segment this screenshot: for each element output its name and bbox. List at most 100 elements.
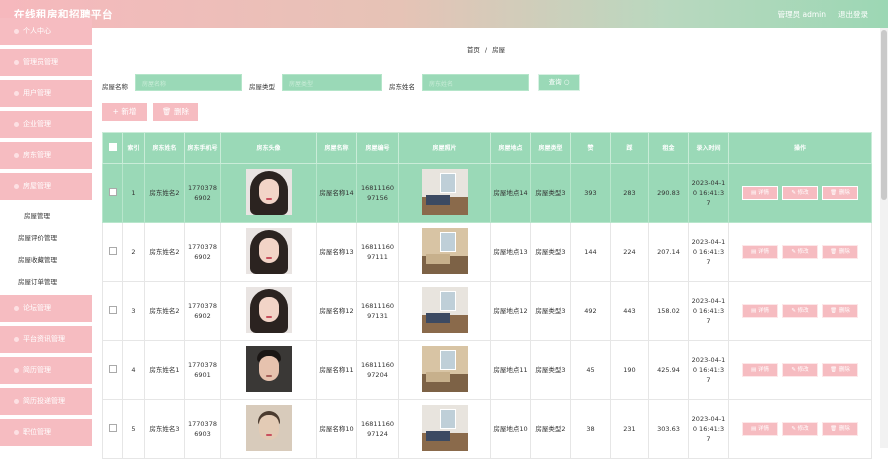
row-checkbox[interactable] [108,187,117,196]
table-header-row: 索引 房东姓名 房东手机号 房东头像 房屋名称 房屋编号 房屋照片 房屋地点 房… [102,132,872,164]
cell-location: 房屋地点12 [490,281,531,341]
sidebar-item-forum[interactable]: 论坛管理 [0,295,92,322]
row-checkbox[interactable] [108,364,117,373]
cell-index: 4 [122,340,145,400]
table-row[interactable]: 4 房东姓名1 17703786901 房屋名称11 1681116097204 房屋地点… [102,340,872,400]
owner-avatar-image [245,345,292,392]
sidebar-subitem-house-orders[interactable]: 房屋订单管理 [0,272,92,292]
edit-button[interactable]: ✎ 修改 [782,422,818,436]
cell-owner: 房东姓名1 [144,340,185,400]
cell-likes: 45 [570,340,611,400]
cell-dislikes: 231 [610,399,649,459]
row-delete-button[interactable]: 🗑 删除 [822,422,858,436]
sidebar-subitem-label: 房屋管理 [24,212,50,220]
house-type-label: 房屋类型 [249,83,275,91]
house-type-input[interactable]: 房屋类型 [282,74,382,91]
detail-button[interactable]: ▤ 详情 [742,422,778,436]
row-select-cell[interactable] [102,281,123,341]
row-select-cell[interactable] [102,163,123,223]
sidebar-item-label: 房屋管理 [23,182,51,190]
sidebar-subitem-house-reviews[interactable]: 房屋评价管理 [0,228,92,248]
house-name-input[interactable]: 房屋名称 [135,74,242,91]
house-photo-image [421,404,468,451]
row-delete-button[interactable]: 🗑 删除 [822,186,858,200]
menu-dot-icon [14,183,19,189]
sidebar-subitem-house-list[interactable]: 房屋管理 [0,206,92,226]
cell-avatar [220,163,317,223]
cell-phone: 17703786902 [184,281,221,341]
sidebar-item-profile[interactable]: 个人中心 [0,18,92,45]
logout-link[interactable]: 退出登录 [838,9,868,20]
row-select-cell[interactable] [102,222,123,282]
cell-dislikes: 283 [610,163,649,223]
column-header: 房东头像 [220,132,317,164]
cell-location: 房屋地点13 [490,222,531,282]
detail-button[interactable]: ▤ 详情 [742,186,778,200]
cell-index: 3 [122,281,145,341]
cell-location: 房屋地点11 [490,340,531,400]
detail-button[interactable]: ▤ 详情 [742,363,778,377]
cell-photo [398,222,491,282]
sidebar-subitem-label: 房屋评价管理 [18,234,57,242]
scrollbar-thumb[interactable] [881,30,887,200]
table-row[interactable]: 2 房东姓名2 17703786902 房屋名称13 1681116097111 房屋地点… [102,222,872,282]
row-delete-button[interactable]: 🗑 删除 [822,304,858,318]
owner-avatar-image [245,286,292,333]
select-all-cell[interactable] [102,132,123,164]
owner-name-input[interactable]: 房东姓名 [422,74,529,91]
menu-dot-icon [14,305,19,311]
row-checkbox[interactable] [108,305,117,314]
sidebar-item-landlords[interactable]: 房东管理 [0,142,92,169]
add-button[interactable]: + 新增 [102,103,147,121]
cell-actions: ▤ 详情 ✎ 修改 🗑 删除 [728,399,872,459]
cell-house-name: 房屋名称11 [316,340,357,400]
sidebar-item-jobs[interactable]: 职位管理 [0,419,92,446]
table-row[interactable]: 3 房东姓名2 17703786902 房屋名称12 1681116097131 房屋地点… [102,281,872,341]
main-content: 首页 / 房屋 房屋名称 房屋名称 房屋类型 房屋类型 房东姓名 房东姓名 查询 ○… [92,28,880,459]
edit-button[interactable]: ✎ 修改 [782,363,818,377]
sidebar-item-companies[interactable]: 企业管理 [0,111,92,138]
cell-dislikes: 224 [610,222,649,282]
cell-type: 房屋类型3 [530,163,571,223]
delete-button[interactable]: 🗑 删除 [153,103,198,121]
detail-button[interactable]: ▤ 详情 [742,245,778,259]
cell-actions: ▤ 详情 ✎ 修改 🗑 删除 [728,222,872,282]
cell-type: 房屋类型3 [530,340,571,400]
sidebar-item-admins[interactable]: 管理员管理 [0,49,92,76]
sidebar-item-resume-submissions[interactable]: 简历投递管理 [0,388,92,415]
row-select-cell[interactable] [102,340,123,400]
search-button[interactable]: 查询 ○ [538,74,580,91]
sidebar-item-label: 管理员管理 [23,58,58,66]
column-header: 租金 [648,132,689,164]
edit-button[interactable]: ✎ 修改 [782,245,818,259]
breadcrumb-current: 房屋 [492,46,506,54]
owner-avatar-image [245,168,292,215]
cell-house-name: 房屋名称10 [316,399,357,459]
select-all-checkbox[interactable] [108,142,117,151]
cell-rent: 290.83 [648,163,689,223]
cell-likes: 38 [570,399,611,459]
menu-dot-icon [14,59,19,65]
table-row[interactable]: 5 房东姓名3 17703786903 房屋名称10 1681116097124 房屋地点… [102,399,872,459]
table-row[interactable]: 1 房东姓名2 17703786902 房屋名称14 1681116097156 房屋地点… [102,163,872,223]
owner-avatar-image [245,404,292,451]
edit-button[interactable]: ✎ 修改 [782,186,818,200]
sidebar-subitem-label: 房屋收藏管理 [18,256,57,264]
sidebar-item-resumes[interactable]: 简历管理 [0,357,92,384]
column-header: 房屋名称 [316,132,357,164]
sidebar-item-news[interactable]: 平台资讯管理 [0,326,92,353]
row-checkbox[interactable] [108,246,117,255]
row-delete-button[interactable]: 🗑 删除 [822,363,858,377]
sidebar-item-users[interactable]: 用户管理 [0,80,92,107]
row-delete-button[interactable]: 🗑 删除 [822,245,858,259]
row-checkbox[interactable] [108,423,117,432]
cell-house-name: 房屋名称14 [316,163,357,223]
sidebar-subitem-house-favorites[interactable]: 房屋收藏管理 [0,250,92,270]
cell-index: 5 [122,399,145,459]
edit-button[interactable]: ✎ 修改 [782,304,818,318]
column-header: 操作 [728,132,872,164]
row-select-cell[interactable] [102,399,123,459]
detail-button[interactable]: ▤ 详情 [742,304,778,318]
breadcrumb-home[interactable]: 首页 [467,46,480,54]
sidebar-item-houses[interactable]: 房屋管理 [0,173,92,200]
